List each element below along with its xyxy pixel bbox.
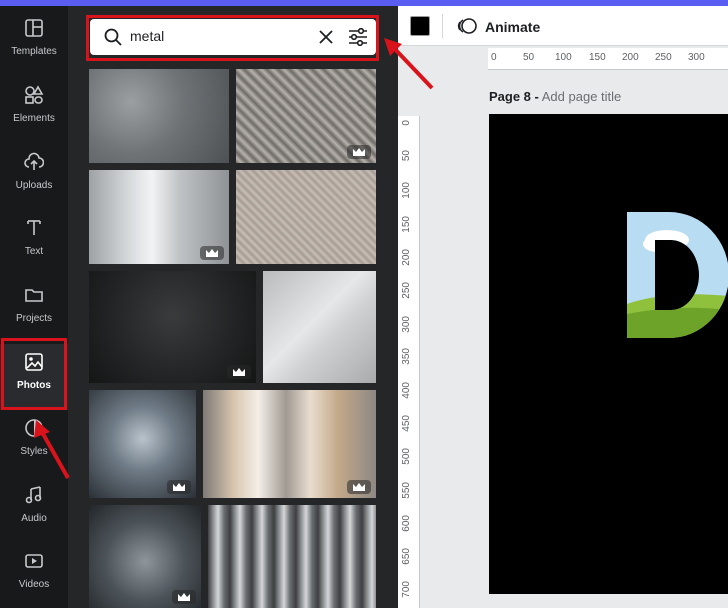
photo-thumbnail[interactable] (236, 170, 376, 264)
rail-item-audio[interactable]: Audio (0, 477, 68, 543)
rail-item-projects[interactable]: Projects (0, 277, 68, 343)
photos-panel: metal (68, 6, 398, 608)
rail-label: Videos (18, 579, 50, 590)
rail-item-uploads[interactable]: Uploads (0, 144, 68, 210)
animate-icon[interactable] (456, 16, 478, 36)
annotation-arrow-photos (34, 420, 70, 479)
photo-thumbnail[interactable] (89, 505, 201, 608)
rail-label: Uploads (15, 180, 53, 191)
crown-icon (173, 483, 185, 491)
ruler-tick: 150 (401, 216, 412, 233)
ruler-tick: 350 (401, 348, 412, 365)
rail-item-text[interactable]: Text (0, 210, 68, 276)
crown-icon (178, 593, 190, 601)
premium-badge (167, 480, 191, 494)
side-navigation: Templates Elements Uploads Text Projects… (0, 6, 68, 608)
design-page[interactable] (489, 114, 728, 594)
editor-toolbar: Animate (398, 6, 728, 46)
ruler-tick: 100 (555, 52, 572, 63)
crown-icon (233, 368, 245, 376)
ruler-tick: 650 (401, 548, 412, 565)
elements-icon (25, 85, 44, 104)
premium-badge (200, 246, 224, 260)
ruler-tick: 500 (401, 448, 412, 465)
photos-highlight-box (1, 338, 67, 410)
animate-button[interactable]: Animate (485, 19, 540, 35)
photo-thumbnail[interactable] (89, 271, 256, 383)
crown-icon (206, 249, 218, 257)
ruler-horizontal: 0 50 100 150 200 250 300 (488, 48, 728, 70)
ruler-tick: 50 (523, 52, 535, 63)
crown-icon (353, 483, 365, 491)
ruler-vertical: 0 50 100 150 200 250 300 350 400 450 500… (398, 116, 420, 608)
audio-icon (25, 486, 42, 504)
photo-thumbnail[interactable] (89, 170, 229, 264)
photo-thumbnail[interactable] (89, 69, 229, 163)
templates-icon (25, 19, 43, 37)
rail-item-videos[interactable]: Videos (0, 543, 68, 608)
photo-thumbnail[interactable] (236, 69, 376, 163)
projects-icon (25, 289, 43, 302)
photo-thumbnail[interactable] (263, 271, 376, 383)
premium-badge (347, 480, 371, 494)
ruler-tick: 200 (622, 52, 639, 63)
toolbar-divider (442, 14, 443, 38)
ruler-tick: 0 (401, 120, 412, 126)
rail-item-templates[interactable]: Templates (0, 10, 68, 76)
ruler-tick: 400 (401, 382, 412, 399)
premium-badge (172, 590, 196, 604)
editor-area: Animate 0 50 100 150 200 250 300 0 50 10… (398, 6, 728, 608)
ruler-tick: 250 (401, 282, 412, 299)
text-icon (27, 220, 41, 235)
photo-thumbnail[interactable] (203, 390, 376, 498)
ruler-tick: 100 (401, 182, 412, 199)
ruler-tick: 200 (401, 249, 412, 266)
rail-item-elements[interactable]: Elements (0, 77, 68, 143)
crown-icon (353, 148, 365, 156)
ruler-tick: 300 (401, 316, 412, 333)
ruler-tick: 300 (688, 52, 705, 63)
canva-editor: Templates Elements Uploads Text Projects… (0, 0, 728, 608)
ruler-tick: 700 (401, 581, 412, 598)
ruler-tick: 600 (401, 515, 412, 532)
rail-label: Text (24, 246, 44, 257)
rail-label: Elements (13, 113, 55, 124)
photo-thumbnail[interactable] (89, 390, 196, 498)
uploads-icon (24, 152, 44, 170)
page-title-input[interactable]: Add page title (542, 89, 622, 104)
photo-thumbnail[interactable] (208, 505, 376, 608)
search-highlight-box (86, 15, 379, 61)
letter-d-graphic[interactable] (627, 212, 728, 338)
premium-badge (347, 145, 371, 159)
page-number: Page 8 - (489, 89, 539, 104)
color-swatch[interactable] (410, 16, 430, 36)
ruler-tick: 450 (401, 415, 412, 432)
annotation-arrow-search (384, 38, 434, 90)
rail-label: Templates (11, 46, 57, 57)
videos-icon (25, 554, 43, 568)
ruler-tick: 50 (401, 150, 412, 162)
rail-label: Audio (21, 513, 47, 524)
ruler-tick: 150 (589, 52, 606, 63)
premium-badge (227, 365, 251, 379)
ruler-tick: 0 (491, 52, 497, 63)
ruler-tick: 250 (655, 52, 672, 63)
page-title: Page 8 - Add page title (489, 89, 621, 104)
rail-label: Projects (15, 313, 53, 324)
ruler-tick: 550 (401, 482, 412, 499)
